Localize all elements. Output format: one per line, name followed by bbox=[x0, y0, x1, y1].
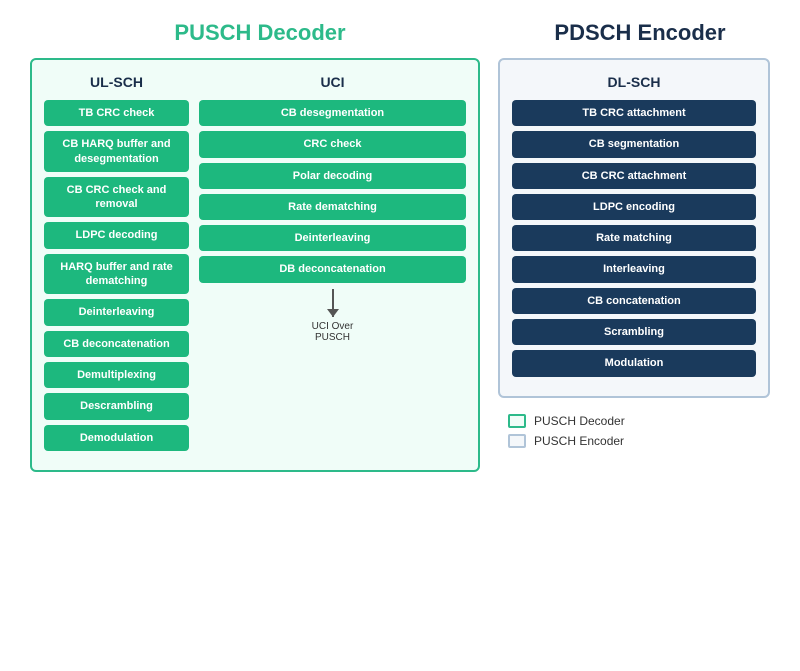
list-item: HARQ buffer and rate dematching bbox=[44, 254, 189, 295]
arrow-label: UCI OverPUSCH bbox=[312, 321, 354, 343]
ul-sch-column: UL-SCH TB CRC check CB HARQ buffer and d… bbox=[44, 74, 189, 456]
list-item: Deinterleaving bbox=[44, 299, 189, 325]
list-item: Scrambling bbox=[512, 319, 756, 345]
list-item: CB CRC check and removal bbox=[44, 177, 189, 218]
list-item: CB segmentation bbox=[512, 131, 756, 157]
pdsch-encoder-box: DL-SCH TB CRC attachment CB segmentation… bbox=[498, 58, 770, 398]
list-item: Descrambling bbox=[44, 393, 189, 419]
legend-pusch-box bbox=[508, 414, 526, 428]
list-item: CB deconcatenation bbox=[44, 331, 189, 357]
legend-pdsch: PUSCH Encoder bbox=[508, 434, 770, 448]
list-item: Interleaving bbox=[512, 256, 756, 282]
uci-header: UCI bbox=[199, 74, 466, 90]
list-item: Rate dematching bbox=[199, 194, 466, 220]
legend-pusch-label: PUSCH Decoder bbox=[534, 414, 625, 428]
list-item: Rate matching bbox=[512, 225, 756, 251]
list-item: CB HARQ buffer and desegmentation bbox=[44, 131, 189, 172]
list-item: CRC check bbox=[199, 131, 466, 157]
list-item: Modulation bbox=[512, 350, 756, 376]
list-item: Polar decoding bbox=[199, 163, 466, 189]
list-item: LDPC decoding bbox=[44, 222, 189, 248]
uci-arrow-section: UCI OverPUSCH bbox=[199, 289, 466, 343]
list-item: CB desegmentation bbox=[199, 100, 466, 126]
list-item: TB CRC check bbox=[44, 100, 189, 126]
pusch-decoder-box: UL-SCH TB CRC check CB HARQ buffer and d… bbox=[30, 58, 480, 472]
title-row: PUSCH Decoder PDSCH Encoder bbox=[30, 20, 770, 46]
content-row: UL-SCH TB CRC check CB HARQ buffer and d… bbox=[30, 58, 770, 472]
dl-sch-header: DL-SCH bbox=[512, 74, 756, 90]
uci-buttons: CB desegmentation CRC check Polar decodi… bbox=[199, 100, 466, 283]
list-item: LDPC encoding bbox=[512, 194, 756, 220]
list-item: TB CRC attachment bbox=[512, 100, 756, 126]
list-item: Demodulation bbox=[44, 425, 189, 451]
pusch-main-title: PUSCH Decoder bbox=[30, 20, 490, 46]
list-item: CB CRC attachment bbox=[512, 163, 756, 189]
list-item: CB concatenation bbox=[512, 288, 756, 314]
ul-sch-header: UL-SCH bbox=[44, 74, 189, 90]
page: PUSCH Decoder PDSCH Encoder UL-SCH TB CR… bbox=[0, 0, 800, 671]
pdsch-main-title: PDSCH Encoder bbox=[490, 20, 770, 46]
legend-section: PUSCH Decoder PUSCH Encoder bbox=[498, 414, 770, 448]
legend-pusch: PUSCH Decoder bbox=[508, 414, 770, 428]
legend-pdsch-label: PUSCH Encoder bbox=[534, 434, 624, 448]
right-section: DL-SCH TB CRC attachment CB segmentation… bbox=[498, 58, 770, 448]
list-item: Deinterleaving bbox=[199, 225, 466, 251]
legend-pdsch-box bbox=[508, 434, 526, 448]
arrow-line bbox=[332, 289, 334, 317]
uci-column: UCI CB desegmentation CRC check Polar de… bbox=[199, 74, 466, 456]
list-item: DB deconcatenation bbox=[199, 256, 466, 282]
list-item: Demultiplexing bbox=[44, 362, 189, 388]
